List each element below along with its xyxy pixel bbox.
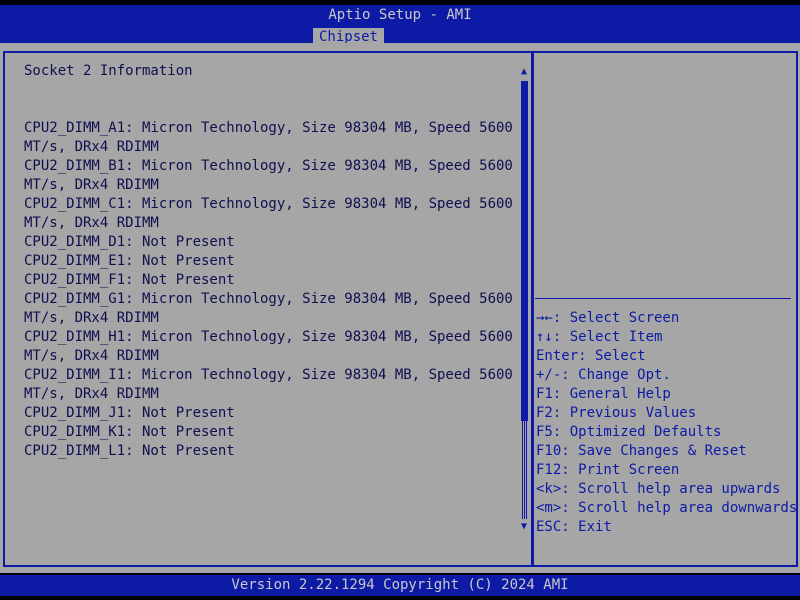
help-key-enter: Enter: Select bbox=[536, 348, 646, 364]
help-key-select-screen: →←: Select Screen bbox=[536, 310, 680, 326]
footer-bar: Version 2.22.1294 Copyright (C) 2024 AMI bbox=[0, 575, 800, 596]
dimm-info-line: CPU2_DIMM_C1: Micron Technology, Size 98… bbox=[24, 196, 513, 212]
help-key-f2: F2: Previous Values bbox=[536, 405, 697, 421]
dimm-info-line: MT/s, DRx4 RDIMM bbox=[24, 310, 159, 326]
version-text: Version 2.22.1294 Copyright (C) 2024 AMI bbox=[231, 577, 569, 593]
help-key-change-opt: +/-: Change Opt. bbox=[536, 367, 671, 383]
help-key-scroll-down: <m>: Scroll help area downwards bbox=[536, 500, 798, 516]
help-key-f5: F5: Optimized Defaults bbox=[536, 424, 722, 440]
app-title: Aptio Setup - AMI bbox=[328, 7, 472, 23]
help-key-select-item: ↑↓: Select Item bbox=[536, 329, 663, 345]
dimm-info-line: CPU2_DIMM_I1: Micron Technology, Size 98… bbox=[24, 367, 513, 383]
dimm-info-line: MT/s, DRx4 RDIMM bbox=[24, 348, 159, 364]
dimm-info-line: CPU2_DIMM_H1: Micron Technology, Size 98… bbox=[24, 329, 513, 345]
dimm-info-line: CPU2_DIMM_F1: Not Present bbox=[24, 272, 235, 288]
dimm-info-line: CPU2_DIMM_D1: Not Present bbox=[24, 234, 235, 250]
dimm-info-line: CPU2_DIMM_G1: Micron Technology, Size 98… bbox=[24, 291, 513, 307]
help-key-esc: ESC: Exit bbox=[536, 519, 612, 535]
scroll-down-arrow-icon[interactable]: ▼ bbox=[518, 521, 530, 533]
help-key-f10: F10: Save Changes & Reset bbox=[536, 443, 747, 459]
dimm-info-line: MT/s, DRx4 RDIMM bbox=[24, 386, 159, 402]
title-bar: Aptio Setup - AMI Chipset bbox=[0, 5, 800, 47]
dimm-info-line: CPU2_DIMM_B1: Micron Technology, Size 98… bbox=[24, 158, 513, 174]
dimm-info-line: CPU2_DIMM_K1: Not Present bbox=[24, 424, 235, 440]
dimm-info-line: CPU2_DIMM_L1: Not Present bbox=[24, 443, 235, 459]
help-key-scroll-up: <k>: Scroll help area upwards bbox=[536, 481, 781, 497]
dimm-info-line: CPU2_DIMM_A1: Micron Technology, Size 98… bbox=[24, 120, 513, 136]
help-divider bbox=[535, 298, 791, 299]
help-key-f12: F12: Print Screen bbox=[536, 462, 680, 478]
dimm-info-line: CPU2_DIMM_J1: Not Present bbox=[24, 405, 235, 421]
dimm-info-line: CPU2_DIMM_E1: Not Present bbox=[24, 253, 235, 269]
dimm-info-line: MT/s, DRx4 RDIMM bbox=[24, 139, 159, 155]
main-panel: Socket 2 Information CPU2_DIMM_A1: Micro… bbox=[0, 43, 800, 573]
help-key-f1: F1: General Help bbox=[536, 386, 671, 402]
scroll-up-arrow-icon[interactable]: ▲ bbox=[518, 66, 530, 78]
scrollbar-track[interactable] bbox=[521, 421, 528, 519]
section-title: Socket 2 Information bbox=[24, 63, 193, 79]
dimm-info-line: MT/s, DRx4 RDIMM bbox=[24, 215, 159, 231]
dimm-info-line: MT/s, DRx4 RDIMM bbox=[24, 177, 159, 193]
